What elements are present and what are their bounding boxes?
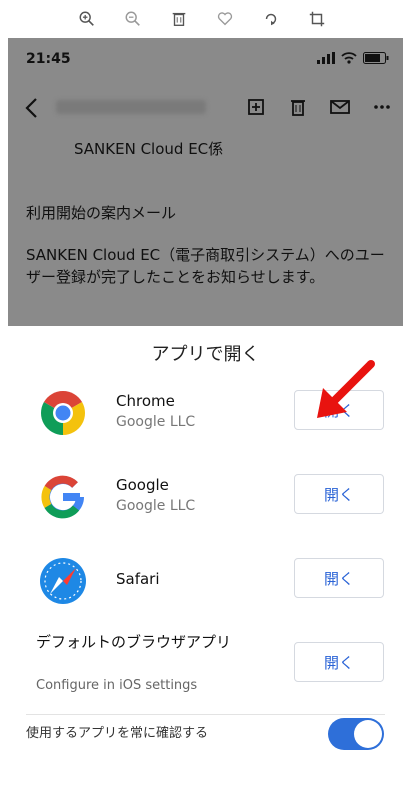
viewer-toolbar xyxy=(0,0,403,38)
default-browser-subtitle: Configure in iOS settings xyxy=(36,678,198,693)
mail-text: SANKEN Cloud EC（電子商取引システム）へのユーザー登録が完了したこ… xyxy=(26,246,385,286)
rotate-icon[interactable] xyxy=(259,7,283,31)
battery-icon xyxy=(363,52,389,64)
default-browser-name: デフォルトのブラウザアプリ xyxy=(36,633,232,651)
always-ask-toggle[interactable] xyxy=(328,718,384,750)
add-icon[interactable] xyxy=(245,96,267,118)
status-icons xyxy=(317,52,389,64)
zoom-in-icon[interactable] xyxy=(75,7,99,31)
status-bar: 21:45 xyxy=(8,38,403,80)
mail-heading: 利用開始の案内メール xyxy=(26,204,177,222)
app-row-safari: Safari 開く xyxy=(8,546,403,616)
back-icon[interactable] xyxy=(22,96,44,120)
blurred-subject xyxy=(56,100,206,114)
mail-toolbar xyxy=(8,90,403,126)
app-name: Safari xyxy=(116,570,160,588)
safari-icon xyxy=(40,558,86,604)
crop-icon[interactable] xyxy=(305,7,329,31)
divider xyxy=(26,714,385,715)
status-time: 21:45 xyxy=(26,51,71,67)
mail-recipient: SANKEN Cloud EC係 xyxy=(74,140,224,158)
more-icon[interactable] xyxy=(371,96,393,118)
google-icon xyxy=(41,475,84,519)
app-developer: Google LLC xyxy=(116,414,196,430)
mail-icon[interactable] xyxy=(329,96,351,118)
wifi-icon xyxy=(341,52,357,64)
heart-icon[interactable] xyxy=(213,7,237,31)
trash-icon[interactable] xyxy=(167,7,191,31)
app-row-default-browser: デフォルトのブラウザアプリ Configure in iOS settings … xyxy=(8,632,403,702)
open-button-google[interactable]: 開く xyxy=(294,474,384,514)
zoom-out-icon[interactable] xyxy=(121,7,145,31)
dimmed-mail-background: 21:45 SANKEN Cloud EC係 利用開始の案内メール SANKEN… xyxy=(8,38,403,326)
toggle-knob xyxy=(354,720,382,748)
signal-icon xyxy=(317,52,335,64)
mail-actions xyxy=(245,96,393,118)
open-button-default-browser[interactable]: 開く xyxy=(294,642,384,682)
app-developer: Google LLC xyxy=(116,498,196,514)
always-ask-label: 使用するアプリを常に確認する xyxy=(26,726,209,741)
trash-icon[interactable] xyxy=(287,96,309,118)
annotation-arrow xyxy=(317,360,375,418)
app-name: Chrome xyxy=(116,392,175,410)
chrome-icon xyxy=(41,391,85,435)
open-button-safari[interactable]: 開く xyxy=(294,558,384,598)
app-row-google: Google Google LLC 開く xyxy=(8,462,403,532)
app-name: Google xyxy=(116,476,169,494)
